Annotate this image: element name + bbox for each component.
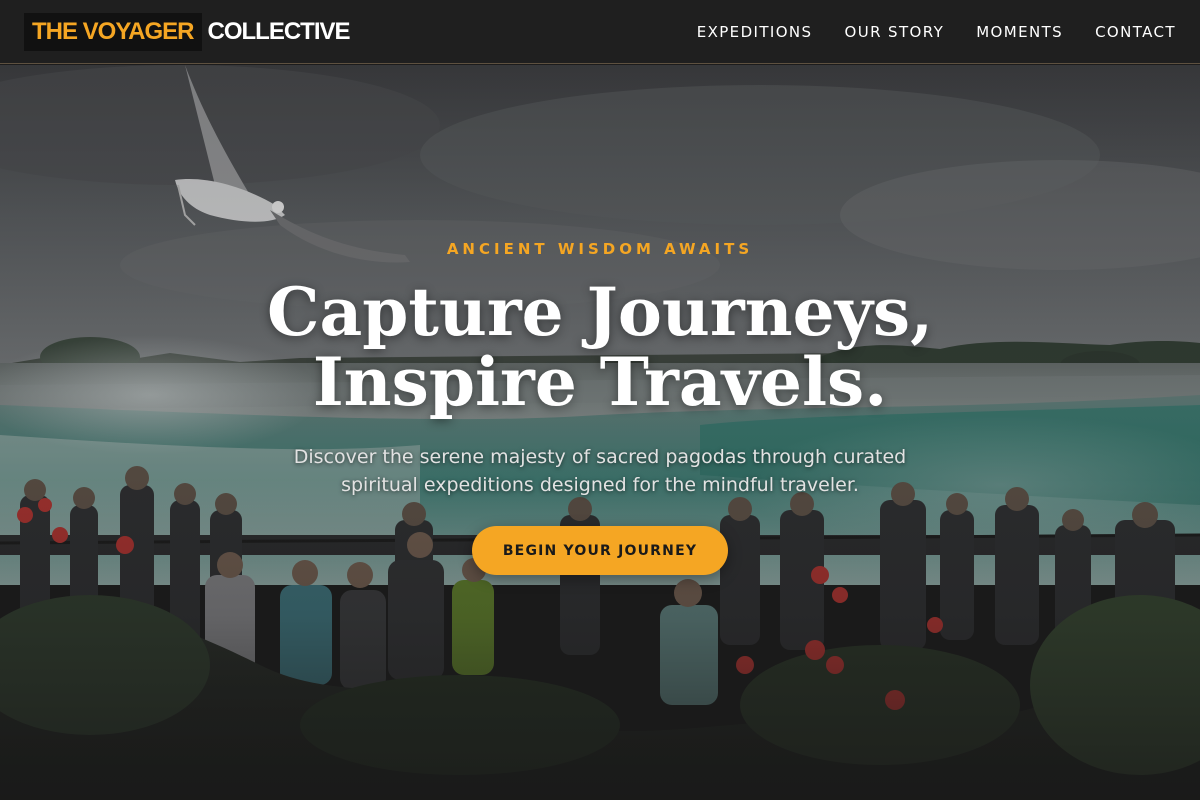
hero-headline-line-1: Capture Journeys,	[266, 273, 934, 351]
hero-eyebrow: ANCIENT WISDOM AWAITS	[446, 240, 754, 258]
site-header: THE VOYAGER COLLECTIVE EXPEDITIONS OUR S…	[0, 0, 1200, 64]
begin-journey-button[interactable]: BEGIN YOUR JOURNEY	[472, 526, 728, 575]
main-nav: EXPEDITIONS OUR STORY MOMENTS CONTACT	[697, 23, 1176, 41]
hero-headline-line-2: Inspire Travels.	[312, 343, 888, 421]
nav-link-contact[interactable]: CONTACT	[1095, 23, 1176, 41]
nav-link-expeditions[interactable]: EXPEDITIONS	[697, 23, 813, 41]
brand-logo-highlight: THE VOYAGER	[24, 12, 202, 51]
hero-dark-overlay	[0, 65, 1200, 800]
hero-section: ANCIENT WISDOM AWAITS Capture Journeys, …	[0, 65, 1200, 800]
hero-headline: Capture Journeys, Inspire Travels.	[0, 277, 1200, 417]
brand-logo-text: COLLECTIVE	[207, 17, 351, 45]
nav-link-our-story[interactable]: OUR STORY	[844, 23, 944, 41]
hero-description: Discover the serene majesty of sacred pa…	[293, 446, 907, 496]
brand-logo[interactable]: THE VOYAGER COLLECTIVE	[24, 12, 351, 51]
nav-link-moments[interactable]: MOMENTS	[976, 23, 1063, 41]
